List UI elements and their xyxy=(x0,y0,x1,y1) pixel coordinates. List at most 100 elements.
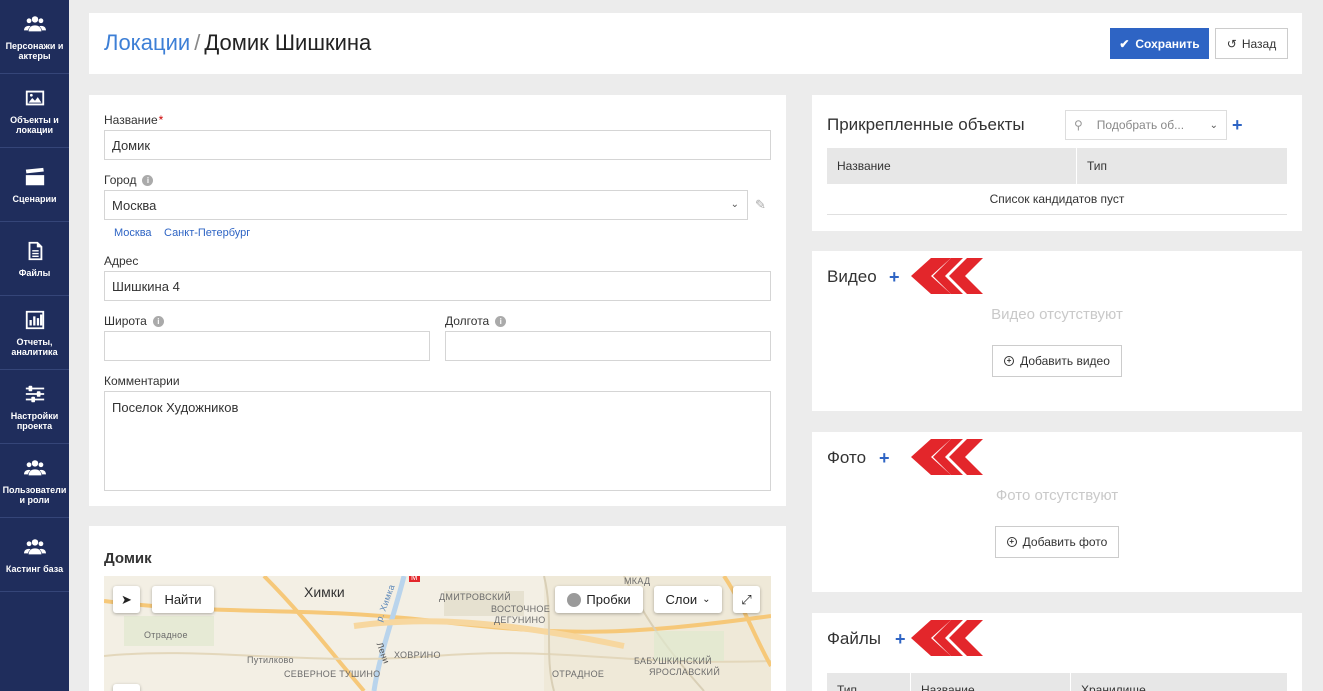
city-label-text: Город xyxy=(104,173,137,187)
pencil-icon[interactable]: ✎ xyxy=(755,197,766,213)
sidebar-item-objects[interactable]: Объекты и локации xyxy=(0,74,69,148)
map-label-degunino: ДЕГУНИНО xyxy=(494,615,546,625)
page-header: Локации / Домик Шишкина ✔ Сохранить ↺ Наза… xyxy=(89,13,1302,74)
address-label-text: Адрес xyxy=(104,254,139,268)
sidebar-item-label: Объекты и локации xyxy=(10,114,59,135)
people-icon xyxy=(23,15,46,31)
sidebar-item-label: Пользователи и роли xyxy=(2,484,67,505)
sidebar-item-settings[interactable]: Настройки проекта xyxy=(0,370,69,444)
traffic-label: Пробки xyxy=(586,592,631,607)
column-header-type[interactable]: Тип xyxy=(1077,148,1287,184)
required-mark: * xyxy=(158,113,164,127)
red-arrows-icon xyxy=(911,439,983,475)
comments-label-text: Комментарии xyxy=(104,374,180,388)
add-photo-plus[interactable]: + xyxy=(879,449,890,467)
back-button[interactable]: ↺ Назад xyxy=(1215,28,1288,59)
metro-marker: М xyxy=(409,576,420,582)
map-layers-button[interactable]: Слои ⌄ xyxy=(654,586,722,613)
map-label-otradnoe-w: Отрадное xyxy=(144,630,188,640)
breadcrumb-locations[interactable]: Локации xyxy=(104,30,190,55)
clapperboard-icon xyxy=(25,167,44,185)
photo-title: Фото xyxy=(827,448,867,467)
map-label-mkad: МКАД xyxy=(624,576,651,586)
image-icon xyxy=(25,90,44,105)
city-suggestion-moscow[interactable]: Москва xyxy=(114,227,152,239)
bar-chart-icon xyxy=(25,310,44,329)
name-label-text: Название xyxy=(104,113,158,127)
address-input[interactable]: Шишкина 4 xyxy=(104,271,771,301)
attached-empty-text: Список кандидатов пуст xyxy=(827,184,1287,215)
city-label: Город i xyxy=(104,173,154,187)
sidebar: Персонажи и актеры Объекты и локации Сце… xyxy=(0,0,69,691)
sidebar-item-label: Кастинг база xyxy=(5,563,64,574)
plus-circle-icon: + xyxy=(1006,537,1017,547)
page-title: Локации / Домик Шишкина xyxy=(104,30,371,56)
sidebar-item-label: Отчеты, аналитика xyxy=(11,336,58,357)
sidebar-item-files[interactable]: Файлы xyxy=(0,222,69,296)
add-attached-button[interactable]: + xyxy=(1232,116,1243,134)
sidebar-item-reports[interactable]: Отчеты, аналитика xyxy=(0,296,69,370)
sidebar-item-label: Настройки проекта xyxy=(10,410,59,431)
save-button[interactable]: ✔ Сохранить xyxy=(1110,28,1209,59)
undo-icon: ↺ xyxy=(1226,36,1237,51)
name-input[interactable]: Домик xyxy=(104,130,771,160)
expand-icon: ⤢ xyxy=(741,591,752,607)
add-file-plus[interactable]: + xyxy=(895,630,906,648)
video-title: Видео xyxy=(827,267,877,286)
files-title: Файлы xyxy=(827,629,882,648)
longitude-label: Долгота i xyxy=(445,314,507,328)
attached-search-select[interactable]: ⚲ Подобрать об... ⌄ xyxy=(1065,110,1227,140)
name-label: Название * xyxy=(104,113,163,127)
column-header-name[interactable]: Название xyxy=(827,148,1077,184)
column-header-type[interactable]: Тип xyxy=(827,673,911,691)
attached-objects-panel: Прикрепленные объекты ⚲ Подобрать об... … xyxy=(812,95,1302,231)
latitude-label: Широта i xyxy=(104,314,164,328)
geolocation-button[interactable]: ➤ xyxy=(113,586,140,613)
info-icon: i xyxy=(495,315,507,327)
column-header-name[interactable]: Название xyxy=(911,673,1071,691)
photo-panel: Фото + Фото отсутствуют + Добавить фото xyxy=(812,432,1302,592)
red-arrows-icon xyxy=(911,620,983,656)
people-icon xyxy=(23,459,46,475)
sidebar-item-users[interactable]: Пользователи и роли xyxy=(0,444,69,518)
comments-textarea[interactable]: Поселок Художников xyxy=(104,391,771,491)
map-label-putilkovo: Путилково xyxy=(247,655,294,665)
map[interactable]: Химки ДМИТРОВСКИЙ ВОСТОЧНОЕ ДЕГУНИНО МКА… xyxy=(104,576,771,691)
chevron-down-icon: ⌄ xyxy=(730,199,739,210)
column-header-storage[interactable]: Хранилище xyxy=(1071,673,1287,691)
photo-empty-text: Фото отсутствуют xyxy=(995,487,1119,504)
map-label-khimki: Химки xyxy=(304,584,345,600)
latitude-input[interactable] xyxy=(104,331,430,361)
chevron-down-icon: ⌄ xyxy=(1209,119,1218,131)
longitude-label-text: Долгота xyxy=(445,314,490,328)
map-traffic-button[interactable]: Пробки xyxy=(555,586,643,613)
map-fullscreen-button[interactable]: ⤢ xyxy=(733,586,760,613)
sidebar-item-label: Файлы xyxy=(18,267,51,278)
map-label-yaroslavsky: ЯРОСЛАВСКИЙ xyxy=(649,667,721,677)
city-suggestion-spb[interactable]: Санкт-Петербург xyxy=(164,227,250,239)
info-icon: i xyxy=(152,315,164,327)
map-label-vostochnoe: ВОСТОЧНОЕ xyxy=(491,604,551,614)
sidebar-item-scripts[interactable]: Сценарии xyxy=(0,148,69,222)
sidebar-item-casting[interactable]: Кастинг база xyxy=(0,518,69,592)
add-photo-button[interactable]: + Добавить фото xyxy=(995,526,1119,558)
city-select[interactable]: Москва ⌄ xyxy=(104,190,748,220)
address-label: Адрес xyxy=(104,254,138,268)
save-button-label: Сохранить xyxy=(1135,36,1200,51)
location-form: Название * Домик Город i Москва ⌄ ✎ Москва… xyxy=(89,95,786,506)
file-icon xyxy=(28,241,42,260)
map-find-button[interactable]: Найти xyxy=(152,586,214,613)
sliders-icon xyxy=(25,385,44,402)
sidebar-item-characters[interactable]: Персонажи и актеры xyxy=(0,0,69,74)
zoom-control[interactable] xyxy=(113,684,140,691)
add-video-plus[interactable]: + xyxy=(889,268,900,286)
attached-search-placeholder: Подобрать об... xyxy=(1096,118,1185,132)
map-label-severnoe-tushino: СЕВЕРНОЕ ТУШИНО xyxy=(284,669,381,679)
map-panel: Домик Химки ДМИТРОВСКИЙ ВОСТОЧНОЕ ДЕГУНИ… xyxy=(89,526,786,691)
city-select-value: Москва xyxy=(112,197,157,213)
back-button-label: Назад xyxy=(1241,36,1277,51)
longitude-input[interactable] xyxy=(445,331,771,361)
add-video-button[interactable]: + Добавить видео xyxy=(992,345,1122,377)
video-empty-text: Видео отсутствуют xyxy=(991,306,1123,323)
map-label-khovrino: ХОВРИНО xyxy=(394,650,441,660)
